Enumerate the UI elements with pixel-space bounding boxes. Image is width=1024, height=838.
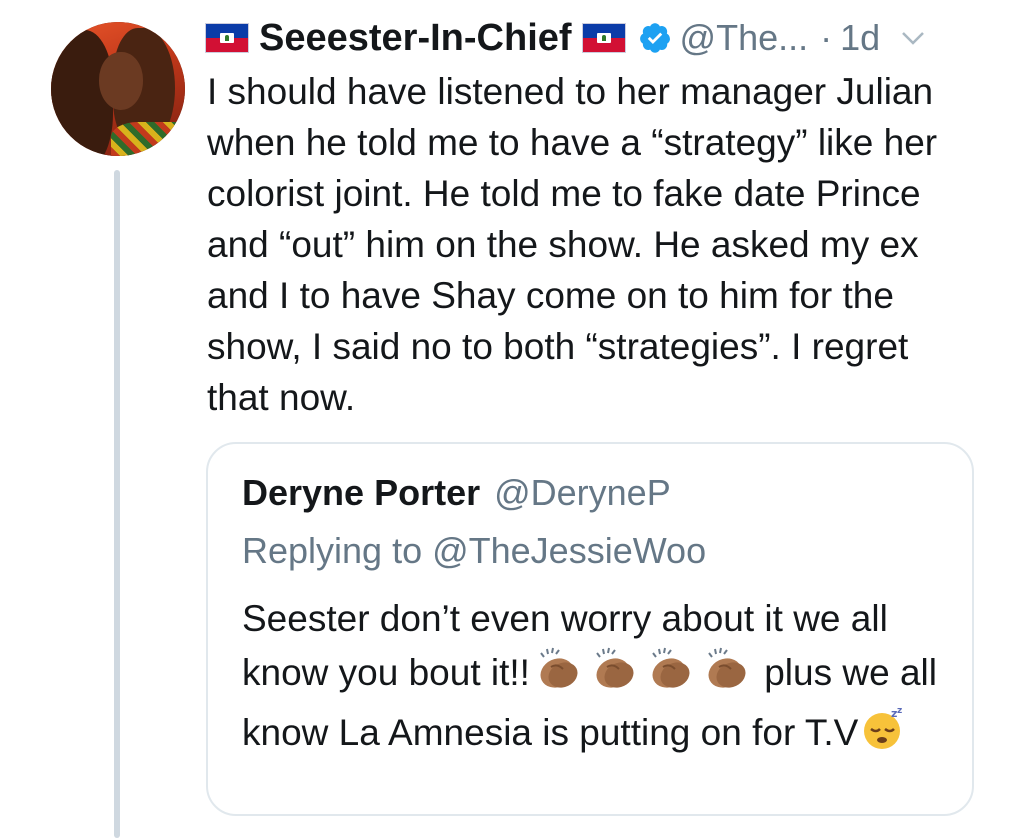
clapping-hands-icon (701, 645, 751, 705)
chevron-down-icon[interactable] (898, 23, 928, 53)
verified-badge-icon (638, 21, 672, 55)
sleeping-face-icon: z z (861, 705, 907, 765)
svg-text:z: z (897, 706, 902, 716)
quoted-handle[interactable]: @DeryneP (494, 472, 671, 513)
separator-dot: · (820, 17, 833, 58)
tweet-text: I should have listened to her manager Ju… (207, 71, 938, 418)
clapping-hands-icon (589, 645, 639, 705)
quoted-tweet-header: Deryne Porter @DeryneP (242, 472, 671, 514)
timestamp[interactable]: 1d (840, 17, 880, 59)
tweet-header: Seeester-In-Chief @The... · 1d (205, 10, 928, 66)
haiti-flag-icon (205, 23, 249, 53)
avatar[interactable] (51, 22, 185, 156)
thread-line (114, 170, 120, 838)
quoted-tweet-text: Seester don’t even worry about it we all… (242, 592, 942, 765)
quoted-display-name[interactable]: Deryne Porter (242, 472, 480, 513)
clapping-hands-icon (645, 645, 695, 705)
haiti-flag-icon (581, 23, 626, 53)
clapping-hands-icon (533, 645, 583, 705)
replying-to[interactable]: Replying to @TheJessieWoo (242, 530, 706, 572)
quoted-tweet-card[interactable]: Deryne Porter @DeryneP Replying to @TheJe… (206, 442, 974, 816)
user-handle[interactable]: @The... (680, 17, 809, 59)
display-name[interactable]: Seeester-In-Chief (259, 17, 572, 60)
